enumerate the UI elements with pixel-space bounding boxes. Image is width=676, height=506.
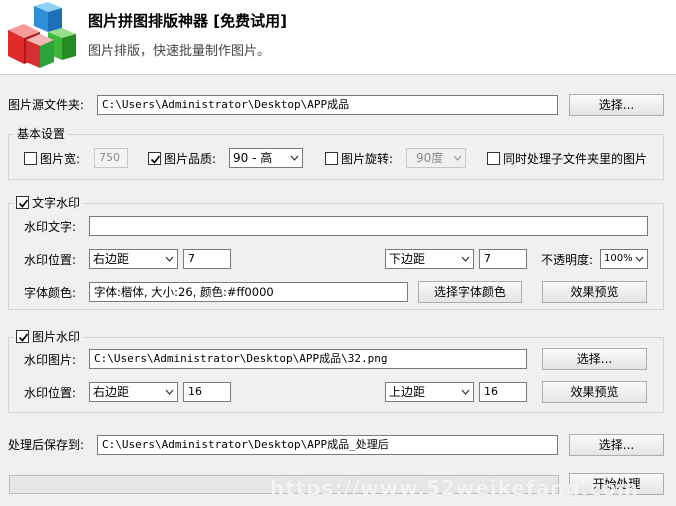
text-horizontal-side-select[interactable]: 右边距 xyxy=(89,249,178,269)
watermark-image-label: 水印图片: xyxy=(24,353,77,367)
image-position-label: 水印位置: xyxy=(24,386,77,400)
text-horizontal-side-value: 右边距 xyxy=(93,252,130,266)
opacity-label: 不透明度: xyxy=(541,253,594,267)
opacity-select-value: 100% xyxy=(604,253,633,264)
text-watermark-checkbox[interactable] xyxy=(16,196,29,209)
subfolder-label: 同时处理子文件夹里的图片 xyxy=(503,152,648,166)
app-subtitle: 图片排版，快速批量制作图片。 xyxy=(88,44,271,59)
quality-label: 图片品质: xyxy=(164,152,217,166)
watermark-text-input[interactable] xyxy=(89,216,648,236)
output-browse-button[interactable]: 选择... xyxy=(569,434,664,456)
image-watermark-title: 图片水印 xyxy=(32,330,81,344)
chevron-down-icon xyxy=(290,155,299,161)
watermark-image-input[interactable]: C:\Users\Administrator\Desktop\APP成品\32.… xyxy=(89,349,527,369)
checkmark-icon xyxy=(18,333,29,342)
text-horizontal-margin-input[interactable]: 7 xyxy=(183,249,231,269)
chevron-down-icon xyxy=(461,389,470,395)
chevron-down-icon xyxy=(165,256,174,262)
rotate-select[interactable]: 90度 xyxy=(406,148,466,168)
width-checkbox[interactable] xyxy=(24,152,37,165)
image-vertical-side-select[interactable]: 上边距 xyxy=(385,382,474,402)
app-header: 图片拼图排版神器 [免费试用] 图片排版，快速批量制作图片。 xyxy=(0,0,676,75)
image-vertical-margin-input[interactable]: 16 xyxy=(479,382,527,402)
text-vertical-margin-input[interactable]: 7 xyxy=(479,249,527,269)
image-watermark-checkbox[interactable] xyxy=(16,330,29,343)
watermark-text-label: 水印文字: xyxy=(24,220,77,234)
image-vertical-side-value: 上边距 xyxy=(389,385,426,399)
source-folder-input[interactable]: C:\Users\Administrator\Desktop\APP成品 xyxy=(97,95,558,115)
watermark-image-browse-button[interactable]: 选择... xyxy=(542,348,647,370)
choose-font-color-button[interactable]: 选择字体颜色 xyxy=(418,281,522,303)
image-horizontal-side-value: 右边距 xyxy=(93,385,130,399)
rotate-checkbox[interactable] xyxy=(325,152,338,165)
app-title: 图片拼图排版神器 [免费试用] xyxy=(88,12,287,30)
text-vertical-side-value: 下边距 xyxy=(389,252,426,266)
image-horizontal-margin-input[interactable]: 16 xyxy=(183,382,231,402)
text-vertical-side-select[interactable]: 下边距 xyxy=(385,249,474,269)
chevron-down-icon xyxy=(453,155,462,161)
width-input[interactable]: 750 xyxy=(94,148,128,168)
text-watermark-title: 文字水印 xyxy=(32,196,81,210)
output-folder-label: 处理后保存到: xyxy=(8,438,85,452)
source-folder-label: 图片源文件夹: xyxy=(8,98,85,112)
site-watermark: https://www.52weikefang.com xyxy=(270,476,639,500)
checkmark-icon xyxy=(18,199,29,208)
source-browse-button[interactable]: 选择... xyxy=(569,94,664,116)
rotate-select-value: 90度 xyxy=(416,151,444,165)
quality-checkbox[interactable] xyxy=(148,152,161,165)
font-color-input[interactable]: 字体:楷体, 大小:26, 颜色:#ff0000 xyxy=(89,282,408,302)
text-preview-button[interactable]: 效果预览 xyxy=(542,281,647,303)
quality-select-value: 90 - 高 xyxy=(233,151,273,165)
width-label: 图片宽: xyxy=(40,152,81,166)
chevron-down-icon xyxy=(165,389,174,395)
chevron-down-icon xyxy=(635,256,644,262)
output-folder-input[interactable]: C:\Users\Administrator\Desktop\APP成品_处理后 xyxy=(97,435,558,455)
opacity-select[interactable]: 100% xyxy=(600,249,648,269)
image-watermark-title-wrap: 图片水印 xyxy=(14,329,84,345)
text-watermark-title-wrap: 文字水印 xyxy=(14,195,84,211)
basic-settings-title: 基本设置 xyxy=(14,126,69,142)
text-position-label: 水印位置: xyxy=(24,253,77,267)
image-horizontal-side-select[interactable]: 右边距 xyxy=(89,382,178,402)
font-color-label: 字体颜色: xyxy=(24,286,77,300)
quality-select[interactable]: 90 - 高 xyxy=(229,148,303,168)
image-preview-button[interactable]: 效果预览 xyxy=(542,381,647,403)
rotate-label: 图片旋转: xyxy=(341,152,394,166)
checkmark-icon xyxy=(150,155,161,164)
cubes-logo-icon xyxy=(8,2,76,68)
subfolder-checkbox[interactable] xyxy=(487,152,500,165)
chevron-down-icon xyxy=(461,256,470,262)
